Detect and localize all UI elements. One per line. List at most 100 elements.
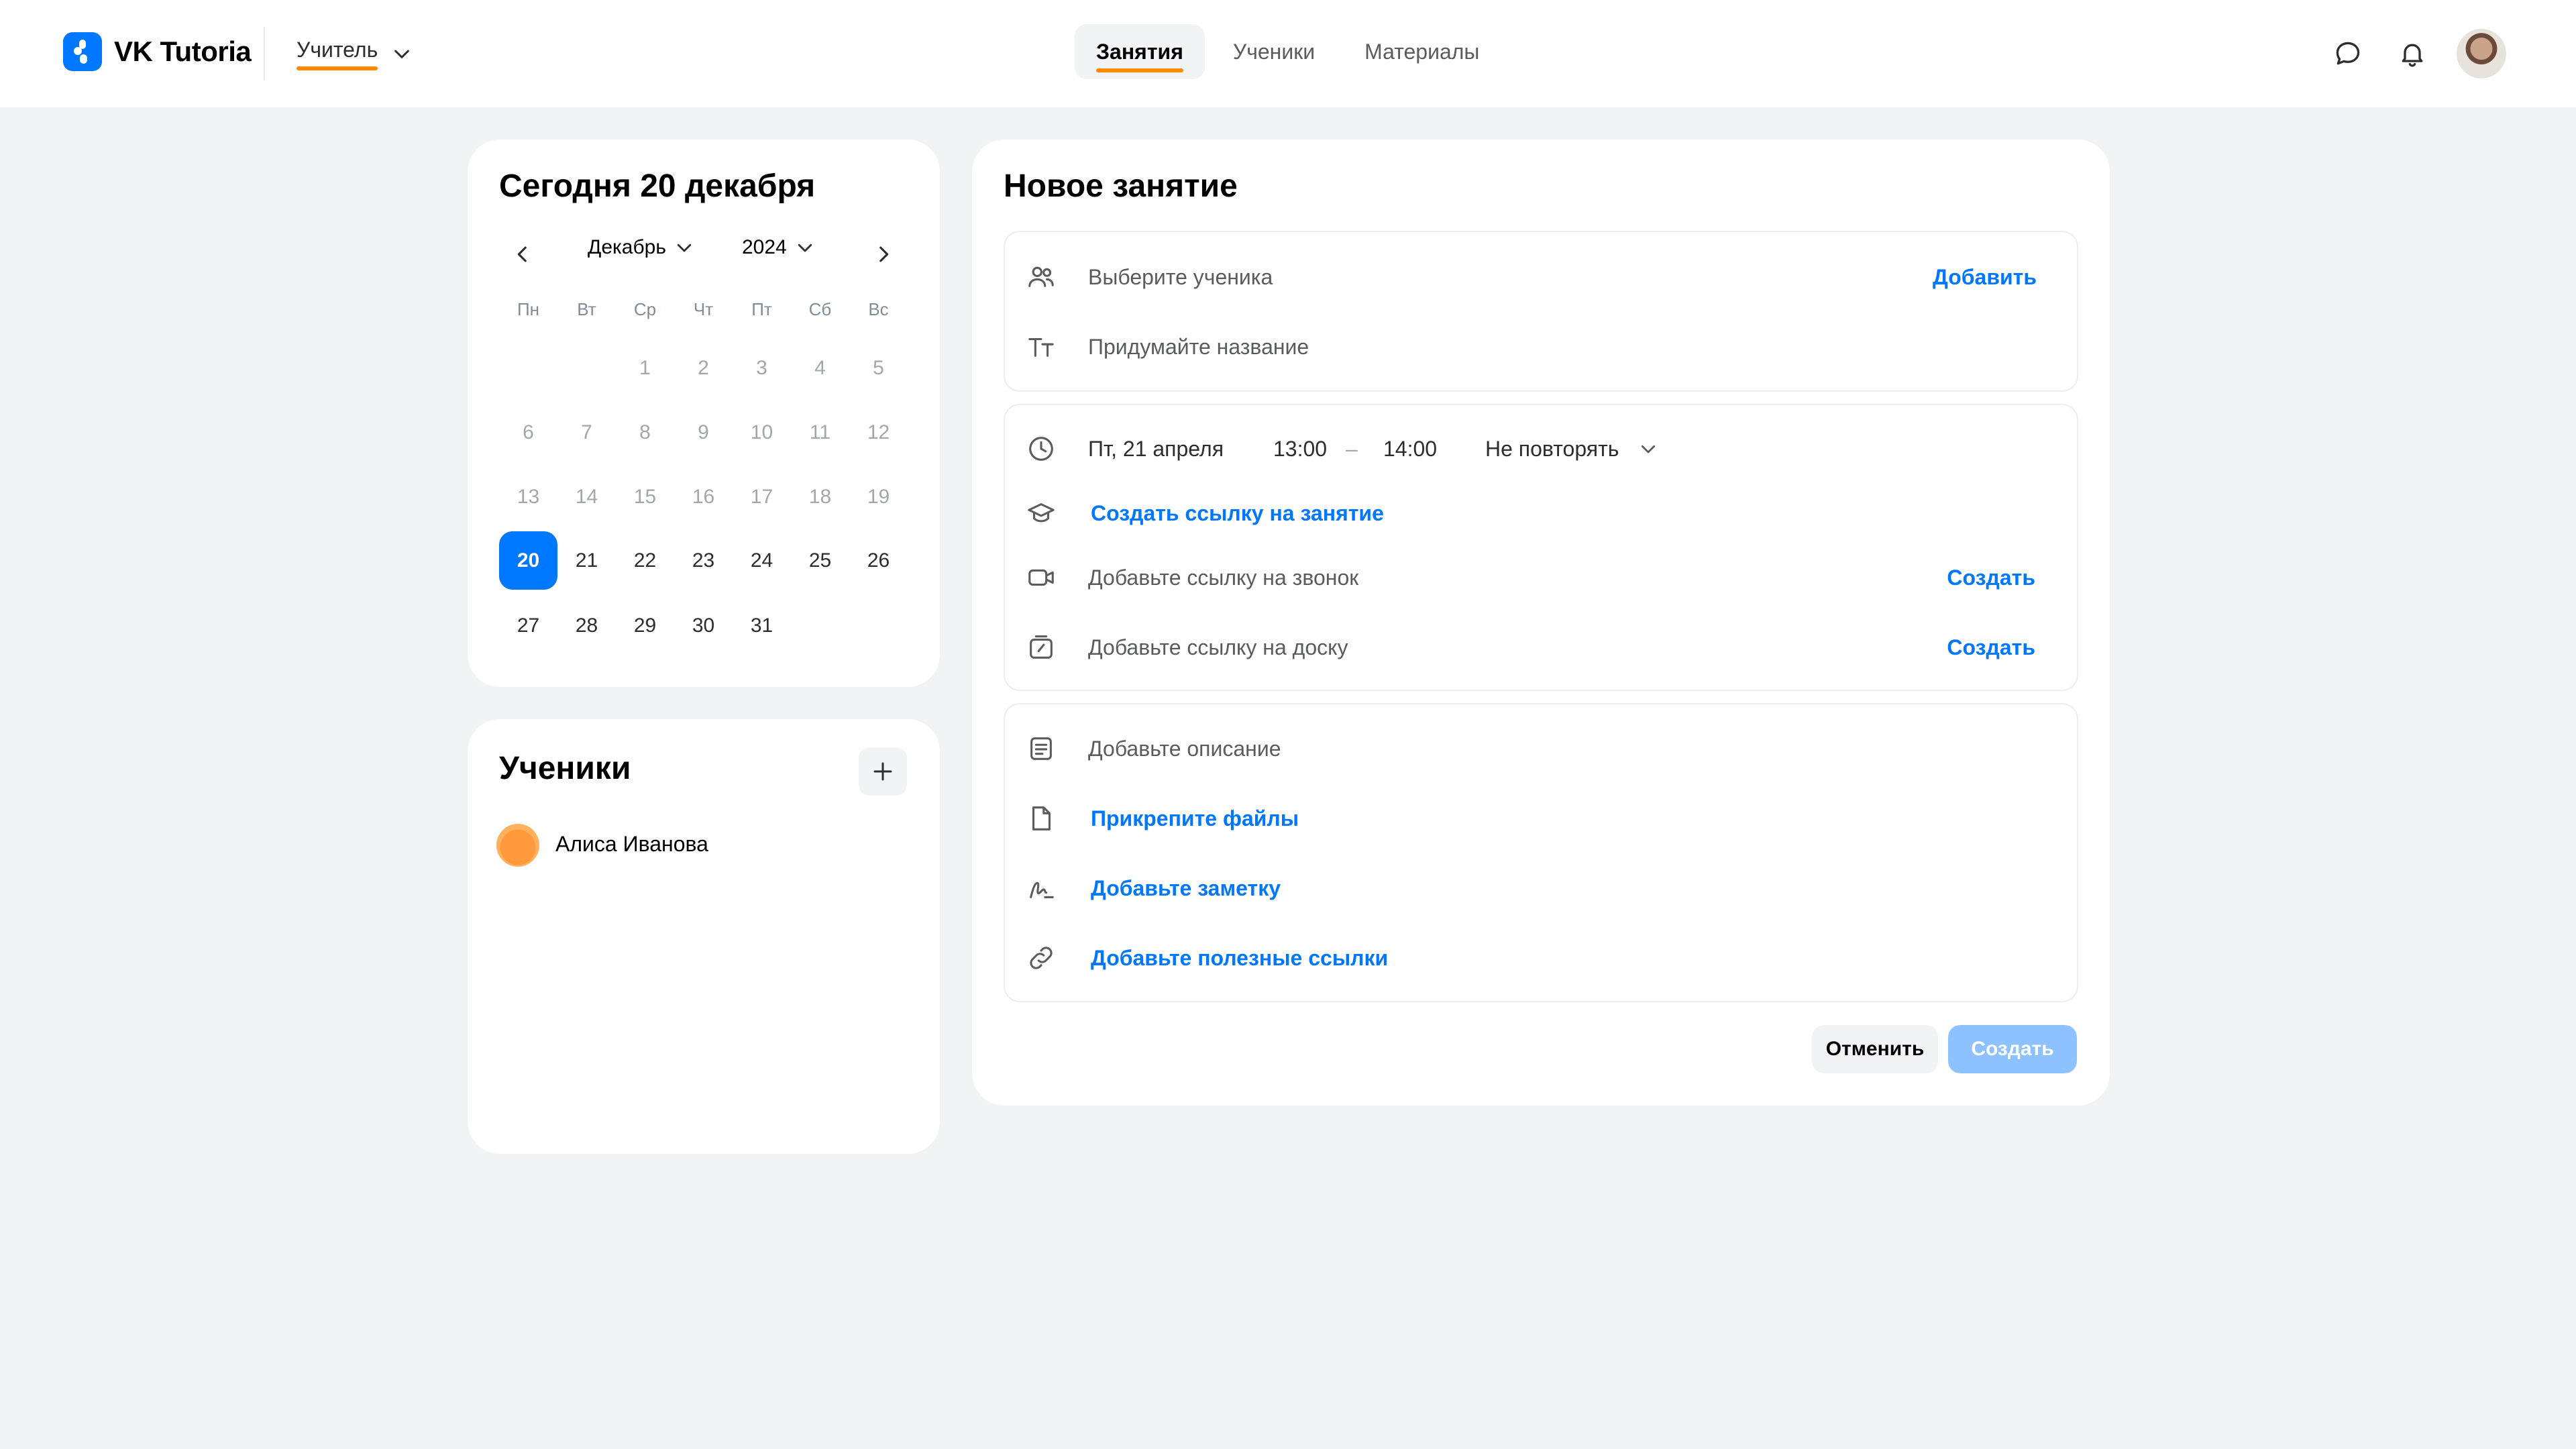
calendar-day[interactable]: 22 <box>616 531 674 590</box>
calendar-day[interactable]: 9 <box>674 403 733 462</box>
calendar-day[interactable]: 23 <box>674 531 733 590</box>
student-select[interactable]: Выберите ученика <box>1088 265 1273 290</box>
students-title: Ученики <box>499 751 631 786</box>
lesson-date[interactable]: Пт, 21 апреля <box>1088 437 1224 462</box>
calendar-day[interactable]: 16 <box>674 468 733 526</box>
calendar-day[interactable]: 12 <box>849 403 908 462</box>
add-student-button[interactable] <box>859 747 907 796</box>
top-bar: VK Tutoria Учитель Занятия Ученики Матер… <box>0 0 2576 107</box>
calendar-day[interactable]: 31 <box>733 596 791 655</box>
create-button[interactable]: Создать <box>1948 1025 2077 1073</box>
calendar-title: Сегодня 20 декабря <box>499 168 816 204</box>
logo[interactable]: VK Tutoria <box>63 32 252 71</box>
lesson-name-row[interactable]: Придумайте название <box>1005 320 2077 374</box>
student-row[interactable]: Выберите ученика Добавить <box>1005 250 2077 304</box>
chevron-right-icon[interactable] <box>872 243 895 266</box>
weekday-label: Вс <box>868 299 889 319</box>
repeat-select[interactable]: Не повторять <box>1485 437 1619 462</box>
calendar-day[interactable]: 13 <box>499 468 557 526</box>
calendar-day[interactable]: 18 <box>791 468 849 526</box>
bell-icon <box>2402 44 2423 67</box>
vk-tutoria-logo-icon <box>63 32 102 71</box>
tab-materials[interactable]: Материалы <box>1343 24 1501 79</box>
create-lesson-link-row[interactable]: Создать ссылку на занятие <box>1005 486 2077 540</box>
create-lesson-link[interactable]: Создать ссылку на занятие <box>1091 501 1384 526</box>
year-selector[interactable]: 2024 <box>742 236 815 259</box>
lesson-details-section: Добавьте описание Прикрепите файлы Добав… <box>1004 703 2078 1002</box>
calendar-day[interactable]: 4 <box>791 339 849 397</box>
role-selector[interactable]: Учитель <box>297 38 413 75</box>
weekday-label: Пн <box>517 299 540 319</box>
description-input[interactable]: Добавьте описание <box>1088 737 1281 761</box>
calendar-day[interactable]: 15 <box>616 468 674 526</box>
chevron-down-icon <box>1641 445 1656 453</box>
chevron-down-icon <box>394 50 410 58</box>
user-avatar[interactable] <box>2457 29 2506 78</box>
calendar-day[interactable]: 27 <box>499 596 557 655</box>
calendar-day[interactable]: 10 <box>733 403 791 462</box>
calendar-day[interactable]: 14 <box>557 468 616 526</box>
calendar-day[interactable]: 2 <box>674 339 733 397</box>
calendar-day[interactable]: 26 <box>849 531 908 590</box>
clock-icon <box>1025 433 1057 465</box>
useful-links-row[interactable]: Добавьте полезные ссылки <box>1005 931 2077 985</box>
lesson-basic-section: Выберите ученика Добавить Придумайте наз… <box>1004 231 2078 392</box>
lesson-schedule-section: Пт, 21 апреля 13:00 – 14:00 Не повторять… <box>1004 404 2078 691</box>
document-text-icon <box>1025 733 1057 765</box>
call-link-row[interactable]: Добавьте ссылку на звонок Создать <box>1005 551 2077 604</box>
weekday-label: Вт <box>577 299 596 319</box>
signature-icon <box>1025 872 1057 904</box>
add-note-link[interactable]: Добавьте заметку <box>1091 876 1281 901</box>
note-row[interactable]: Добавьте заметку <box>1005 861 2077 915</box>
lesson-name-input[interactable]: Придумайте название <box>1088 335 1309 360</box>
time-end[interactable]: 14:00 <box>1383 437 1437 462</box>
weekday-label: Ср <box>633 299 657 319</box>
calendar-day[interactable]: 30 <box>674 596 733 655</box>
text-icon <box>1025 331 1057 363</box>
time-start[interactable]: 13:00 <box>1273 437 1327 462</box>
calendar-day[interactable]: 7 <box>557 403 616 462</box>
calendar-day[interactable]: 28 <box>557 596 616 655</box>
board-link-row[interactable]: Добавьте ссылку на доску Создать <box>1005 621 2077 674</box>
plus-icon <box>873 762 892 781</box>
student-name[interactable]: Алиса Иванова <box>555 832 708 857</box>
month-selector[interactable]: Декабрь <box>588 236 694 259</box>
calendar-day[interactable]: 17 <box>733 468 791 526</box>
chat-button[interactable] <box>2322 28 2373 79</box>
description-row[interactable]: Добавьте описание <box>1005 722 2077 775</box>
calendar-day-selected[interactable]: 20 <box>499 531 557 590</box>
new-lesson-title: Новое занятие <box>1004 168 1238 204</box>
calendar-day[interactable]: 21 <box>557 531 616 590</box>
weekday-label: Пт <box>751 299 772 319</box>
file-icon <box>1025 802 1057 835</box>
calendar-day[interactable]: 3 <box>733 339 791 397</box>
create-call-link-button[interactable]: Создать <box>1947 566 2035 590</box>
calendar-day[interactable]: 29 <box>616 596 674 655</box>
add-student-link[interactable]: Добавить <box>1933 265 2037 290</box>
calendar-day[interactable]: 6 <box>499 403 557 462</box>
calendar-day[interactable]: 19 <box>849 468 908 526</box>
chevron-left-icon[interactable] <box>511 243 534 266</box>
add-useful-links-link[interactable]: Добавьте полезные ссылки <box>1091 946 1388 971</box>
calendar-day[interactable]: 8 <box>616 403 674 462</box>
board-link-input[interactable]: Добавьте ссылку на доску <box>1088 635 1348 660</box>
app-name: VK Tutoria <box>114 36 252 67</box>
tab-lessons[interactable]: Занятия <box>1075 24 1205 79</box>
attach-files-row[interactable]: Прикрепите файлы <box>1005 792 2077 845</box>
call-link-input[interactable]: Добавьте ссылку на звонок <box>1088 566 1358 590</box>
calendar-day[interactable]: 5 <box>849 339 908 397</box>
calendar-day[interactable]: 25 <box>791 531 849 590</box>
calendar-day[interactable]: 24 <box>733 531 791 590</box>
weekday-label: Сб <box>808 299 832 319</box>
role-label: Учитель <box>297 38 378 70</box>
cancel-button[interactable]: Отменить <box>1812 1025 1938 1073</box>
tab-students[interactable]: Ученики <box>1212 24 1336 79</box>
main-nav: Занятия Ученики Материалы <box>1075 24 1507 79</box>
month-label: Декабрь <box>588 236 666 258</box>
notifications-button[interactable] <box>2387 28 2438 79</box>
attach-files-link[interactable]: Прикрепите файлы <box>1091 806 1299 831</box>
create-board-link-button[interactable]: Создать <box>1947 635 2035 660</box>
calendar-day[interactable]: 1 <box>616 339 674 397</box>
calendar-day[interactable]: 11 <box>791 403 849 462</box>
weekday-label: Чт <box>693 299 714 319</box>
